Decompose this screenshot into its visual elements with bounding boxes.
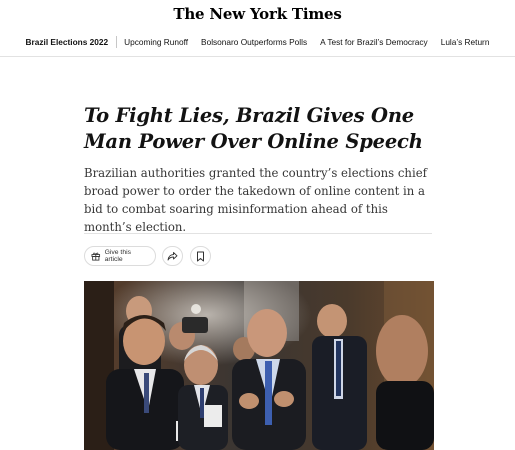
masthead: The New York Times	[0, 0, 515, 28]
nav-link-lulas-return[interactable]: Lula’s Return	[441, 37, 490, 47]
nyt-logo[interactable]: The New York Times	[173, 5, 341, 23]
give-article-label: Give this article	[104, 249, 132, 263]
nav-section-brazil-elections[interactable]: Brazil Elections 2022	[26, 37, 109, 47]
nav-divider	[116, 36, 118, 48]
photo-scene	[84, 281, 434, 450]
article-headline: To Fight Lies, Brazil Gives One Man Powe…	[84, 104, 423, 153]
article-lead-photo[interactable]	[84, 281, 434, 450]
gift-icon	[91, 252, 101, 261]
save-button[interactable]	[190, 246, 211, 266]
nav-link-bolsonaro-polls[interactable]: Bolsonaro Outperforms Polls	[201, 37, 307, 47]
article-summary: Brazilian authorities granted the countr…	[84, 166, 427, 234]
divider	[84, 233, 432, 234]
nav-link-test-democracy[interactable]: A Test for Brazil’s Democracy	[320, 37, 428, 47]
nav-link-upcoming-runoff[interactable]: Upcoming Runoff	[124, 37, 188, 47]
top-navigation: Brazil Elections 2022 Upcoming Runoff Bo…	[0, 28, 515, 57]
give-article-button[interactable]: Give this article	[84, 246, 156, 266]
bookmark-icon	[197, 251, 204, 261]
share-button[interactable]	[162, 246, 183, 266]
share-icon	[167, 252, 178, 261]
